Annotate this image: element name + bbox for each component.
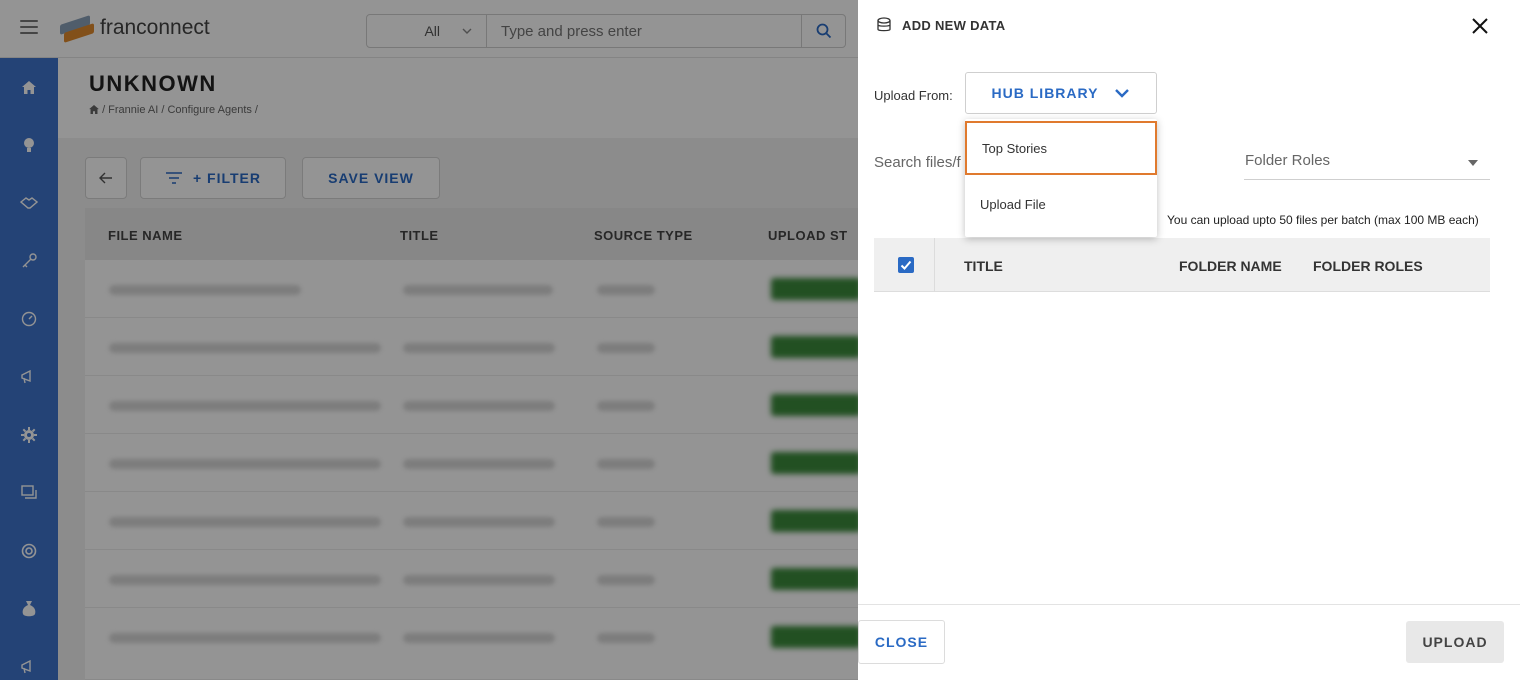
add-data-drawer: ADD NEW DATA Upload From: HUB LIBRARY Se…	[858, 0, 1520, 680]
upload-button[interactable]: UPLOAD	[1406, 621, 1504, 663]
drawer-title: ADD NEW DATA	[902, 17, 1006, 33]
folder-roles-select[interactable]: Folder Roles	[1244, 142, 1490, 180]
folder-roles-placeholder: Folder Roles	[1245, 152, 1331, 169]
search-files-input[interactable]: Search files/f	[874, 154, 961, 171]
close-button[interactable]: CLOSE	[858, 620, 945, 664]
caret-down-icon	[1468, 160, 1478, 166]
upload-limit-note: You can upload upto 50 files per batch (…	[1167, 213, 1479, 227]
modal-overlay[interactable]	[0, 0, 858, 680]
upload-source-dropdown: Top Stories Upload File	[965, 119, 1157, 237]
upload-source-select[interactable]: HUB LIBRARY	[965, 72, 1157, 114]
column-header-title[interactable]: TITLE	[964, 258, 1003, 274]
drawer-header: ADD NEW DATA	[876, 17, 1006, 33]
database-icon	[877, 17, 891, 32]
dropdown-option-top-stories[interactable]: Top Stories	[965, 121, 1157, 175]
footer-divider	[858, 604, 1520, 605]
chevron-down-icon	[1115, 89, 1130, 98]
select-all-checkbox[interactable]	[898, 257, 914, 273]
close-icon[interactable]	[1470, 16, 1490, 36]
upload-from-label: Upload From:	[874, 88, 953, 103]
checkmark-icon	[900, 260, 912, 270]
files-table-header: TITLE FOLDER NAME FOLDER ROLES	[874, 238, 1490, 292]
column-header-folder-name[interactable]: FOLDER NAME	[1179, 258, 1282, 274]
upload-source-value: HUB LIBRARY	[991, 85, 1099, 101]
dropdown-option-upload-file[interactable]: Upload File	[965, 177, 1157, 231]
column-divider	[934, 238, 935, 292]
column-header-folder-roles[interactable]: FOLDER ROLES	[1313, 258, 1423, 274]
